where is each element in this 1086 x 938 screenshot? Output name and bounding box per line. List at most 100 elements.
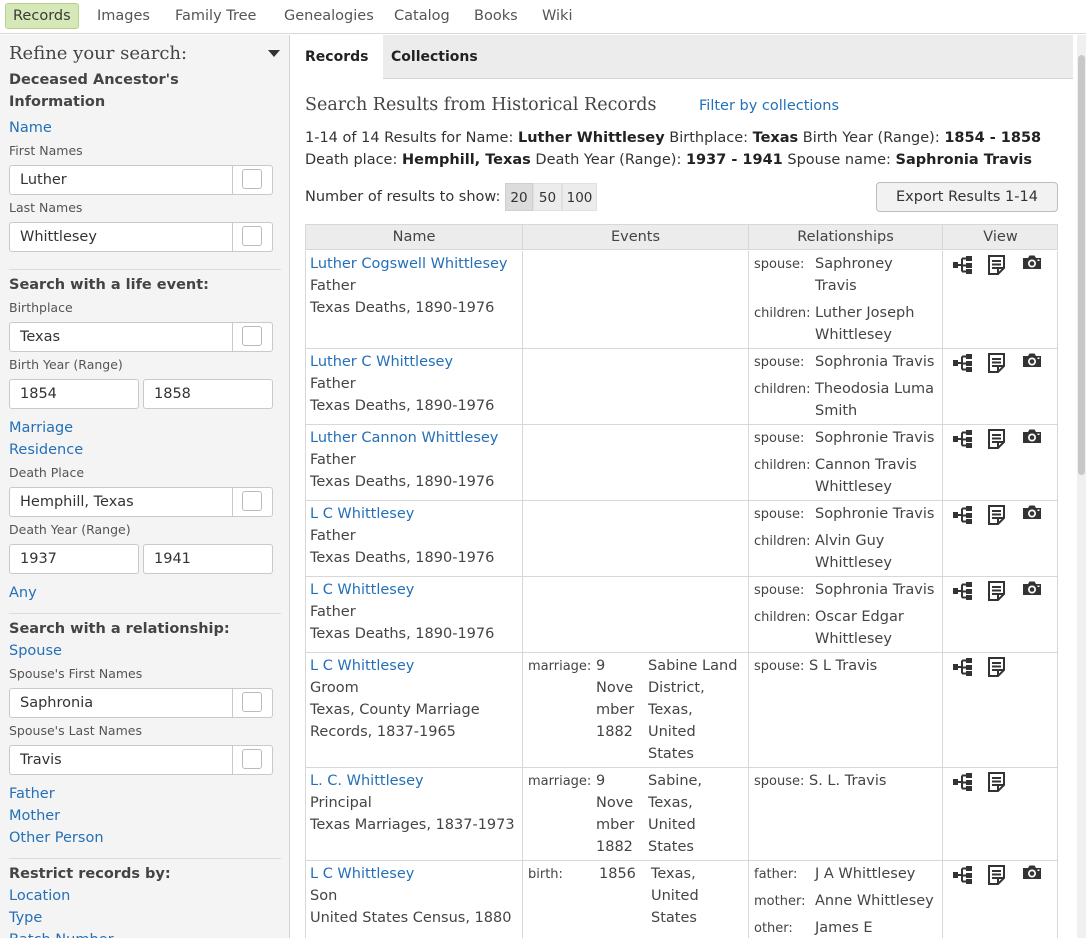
column-divider (522, 861, 523, 938)
col-header-relationships[interactable]: Relationships (749, 225, 943, 250)
any-link[interactable]: Any (9, 583, 37, 603)
show-50-button[interactable]: 50 (533, 183, 562, 211)
page-scrollbar[interactable] (1077, 35, 1086, 938)
nav-genealogies[interactable]: Genealogies (277, 3, 381, 29)
export-results-button[interactable]: Export Results 1-14 (876, 182, 1058, 212)
nav-wiki[interactable]: Wiki (535, 3, 579, 29)
summary-segment: Death Year (Range): (530, 152, 686, 168)
record-name-link[interactable]: Luther Cannon Whittlesey (310, 427, 498, 449)
camera-icon[interactable] (1021, 503, 1043, 523)
row-border (1057, 768, 1058, 860)
tree-icon[interactable] (952, 772, 974, 792)
record-role: Father (310, 604, 356, 620)
column-divider (942, 653, 943, 767)
tree-icon[interactable] (952, 865, 974, 885)
record-name-link[interactable]: L C Whittlesey (310, 655, 414, 677)
exact-checkbox[interactable] (242, 749, 262, 769)
column-divider (942, 577, 943, 652)
scrollbar-thumb[interactable] (1078, 55, 1085, 475)
birth-year-to-input[interactable]: 1858 (143, 379, 273, 409)
results-table-header: Name Events Relationships View (305, 224, 1058, 250)
nav-images[interactable]: Images (90, 3, 157, 29)
show-100-button[interactable]: 100 (562, 183, 597, 211)
event-place: Sabine Land (648, 658, 738, 674)
birthplace-input[interactable]: Texas (9, 322, 273, 352)
exact-checkbox[interactable] (242, 169, 262, 189)
camera-icon[interactable] (1021, 427, 1043, 447)
camera-icon[interactable] (1021, 351, 1043, 371)
tab-collections[interactable]: Collections (376, 35, 493, 79)
residence-link[interactable]: Residence (9, 440, 83, 460)
filter-by-collections-link[interactable]: Filter by collections (699, 98, 839, 114)
summary-segment: 1854 - 1858 (944, 130, 1042, 146)
type-link[interactable]: Type (9, 908, 42, 928)
tree-icon[interactable] (952, 505, 974, 525)
name-link[interactable]: Name (9, 118, 52, 138)
record-name-link[interactable]: Luther C Whittlesey (310, 351, 453, 373)
collapse-caret-icon[interactable] (268, 50, 280, 57)
record-name-link[interactable]: L C Whittlesey (310, 503, 414, 525)
tree-icon[interactable] (952, 581, 974, 601)
spouse-last-input[interactable]: Travis (9, 745, 273, 775)
mother-link[interactable]: Mother (9, 806, 60, 826)
nav-records[interactable]: Records (5, 3, 79, 29)
location-link[interactable]: Location (9, 886, 70, 906)
death-place-input[interactable]: Hemphill, Texas (9, 487, 273, 517)
nav-family-tree[interactable]: Family Tree (168, 3, 263, 29)
exact-checkbox[interactable] (242, 226, 262, 246)
birthplace-label: Birthplace (9, 300, 73, 315)
show-20-button[interactable]: 20 (505, 183, 533, 211)
relationship-name: Whittlesey (815, 631, 892, 647)
spouse-link[interactable]: Spouse (9, 641, 62, 661)
nav-books[interactable]: Books (467, 3, 525, 29)
record-name-link[interactable]: L. C. Whittlesey (310, 770, 424, 792)
table-row: L C Whittlesey Son United States Census, 1… (305, 861, 1058, 938)
exact-checkbox[interactable] (242, 326, 262, 346)
divider (9, 269, 281, 270)
col-header-name[interactable]: Name (306, 225, 523, 250)
table-row: Luther C Whittlesey Father Texas Deaths, 1… (305, 349, 1058, 425)
record-name-link[interactable]: L C Whittlesey (310, 579, 414, 601)
relationship-name: Luther Joseph (815, 305, 915, 321)
relationship-name: Anne Whittlesey (815, 893, 934, 909)
document-icon[interactable] (986, 657, 1008, 677)
birth-year-from-input[interactable]: 1854 (9, 379, 139, 409)
tree-icon[interactable] (952, 429, 974, 449)
record-name-link[interactable]: Luther Cogswell Whittlesey (310, 253, 508, 275)
document-icon[interactable] (986, 429, 1008, 449)
camera-icon[interactable] (1021, 579, 1043, 599)
document-icon[interactable] (986, 353, 1008, 373)
exact-checkbox[interactable] (242, 491, 262, 511)
camera-icon[interactable] (1021, 253, 1043, 273)
tree-icon[interactable] (952, 255, 974, 275)
father-link[interactable]: Father (9, 784, 55, 804)
other-person-link[interactable]: Other Person (9, 828, 104, 848)
tree-icon[interactable] (952, 657, 974, 677)
spouse-first-input[interactable]: Saphronia (9, 688, 273, 718)
col-header-view[interactable]: View (943, 225, 1058, 250)
camera-icon[interactable] (1021, 863, 1043, 883)
first-names-input[interactable]: Luther (9, 165, 273, 195)
marriage-link[interactable]: Marriage (9, 418, 73, 438)
tab-records[interactable]: Records (290, 35, 384, 80)
tree-icon[interactable] (952, 353, 974, 373)
row-border (1057, 501, 1058, 576)
relationship-label: children: (754, 306, 811, 321)
document-icon[interactable] (986, 255, 1008, 275)
document-icon[interactable] (986, 505, 1008, 525)
relationship-name: Saphroney (815, 256, 893, 272)
record-name-link[interactable]: L C Whittlesey (310, 863, 414, 885)
last-names-input[interactable]: Whittlesey (9, 222, 273, 252)
document-icon[interactable] (986, 772, 1008, 792)
batch-number-link[interactable]: Batch Number (9, 930, 114, 938)
document-icon[interactable] (986, 581, 1008, 601)
nav-catalog[interactable]: Catalog (387, 3, 457, 29)
death-year-from-input[interactable]: 1937 (9, 544, 139, 574)
exact-checkbox[interactable] (242, 692, 262, 712)
column-divider (942, 349, 943, 424)
col-header-events[interactable]: Events (523, 225, 749, 250)
column-divider (942, 861, 943, 938)
death-year-to-input[interactable]: 1941 (143, 544, 273, 574)
column-divider (748, 653, 749, 767)
document-icon[interactable] (986, 865, 1008, 885)
